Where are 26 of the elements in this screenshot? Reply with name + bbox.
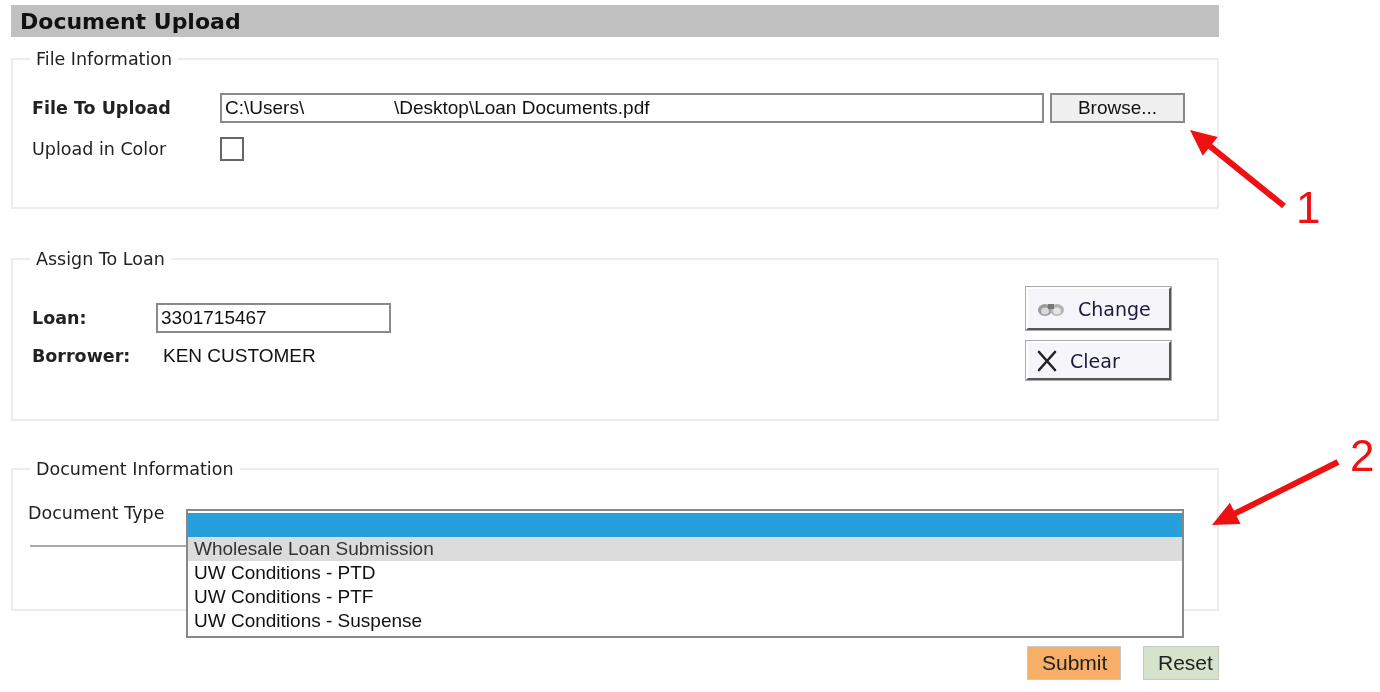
section-legend: Assign To Loan <box>30 249 171 269</box>
field-label: Document Type <box>28 503 166 523</box>
field-label: File To Upload <box>32 98 172 118</box>
loan-number-field[interactable]: 3301715467 <box>156 303 391 333</box>
change-button[interactable]: Change <box>1026 287 1171 330</box>
dropdown-option[interactable]: Wholesale Loan Submission <box>188 537 1182 561</box>
dropdown-list[interactable]: Wholesale Loan Submission UW Conditions - PTD UW Conditions - PTF UW Conditions - Suspense <box>186 509 1184 638</box>
page-title: Document Upload <box>20 8 241 34</box>
field-label: Loan: <box>32 308 88 328</box>
dropdown-option[interactable]: UW Conditions - PTF <box>188 585 1182 609</box>
dropdown-option[interactable]: UW Conditions - PTD <box>188 561 1182 585</box>
callout-number: 1 <box>1296 186 1321 230</box>
borrower-name: KEN CUSTOMER <box>163 345 316 367</box>
section-legend: File Information <box>30 49 179 69</box>
section-legend: Document Information <box>30 459 240 479</box>
checkbox[interactable] <box>220 137 244 161</box>
clear-button[interactable]: Clear <box>1026 341 1171 380</box>
submit-button[interactable]: Submit <box>1027 646 1121 680</box>
dropdown-option[interactable]: UW Conditions - Suspense <box>188 609 1182 633</box>
field-label: Borrower: <box>32 346 132 366</box>
callout-number: 2 <box>1350 434 1375 478</box>
file-path-field[interactable]: C:\Users\ \Desktop\Loan Documents.pdf <box>220 93 1044 123</box>
reset-button[interactable]: Reset <box>1143 646 1219 680</box>
close-icon <box>1036 349 1058 372</box>
field-label: Upload in Color <box>32 139 168 159</box>
browse-button[interactable]: Browse... <box>1050 93 1185 123</box>
